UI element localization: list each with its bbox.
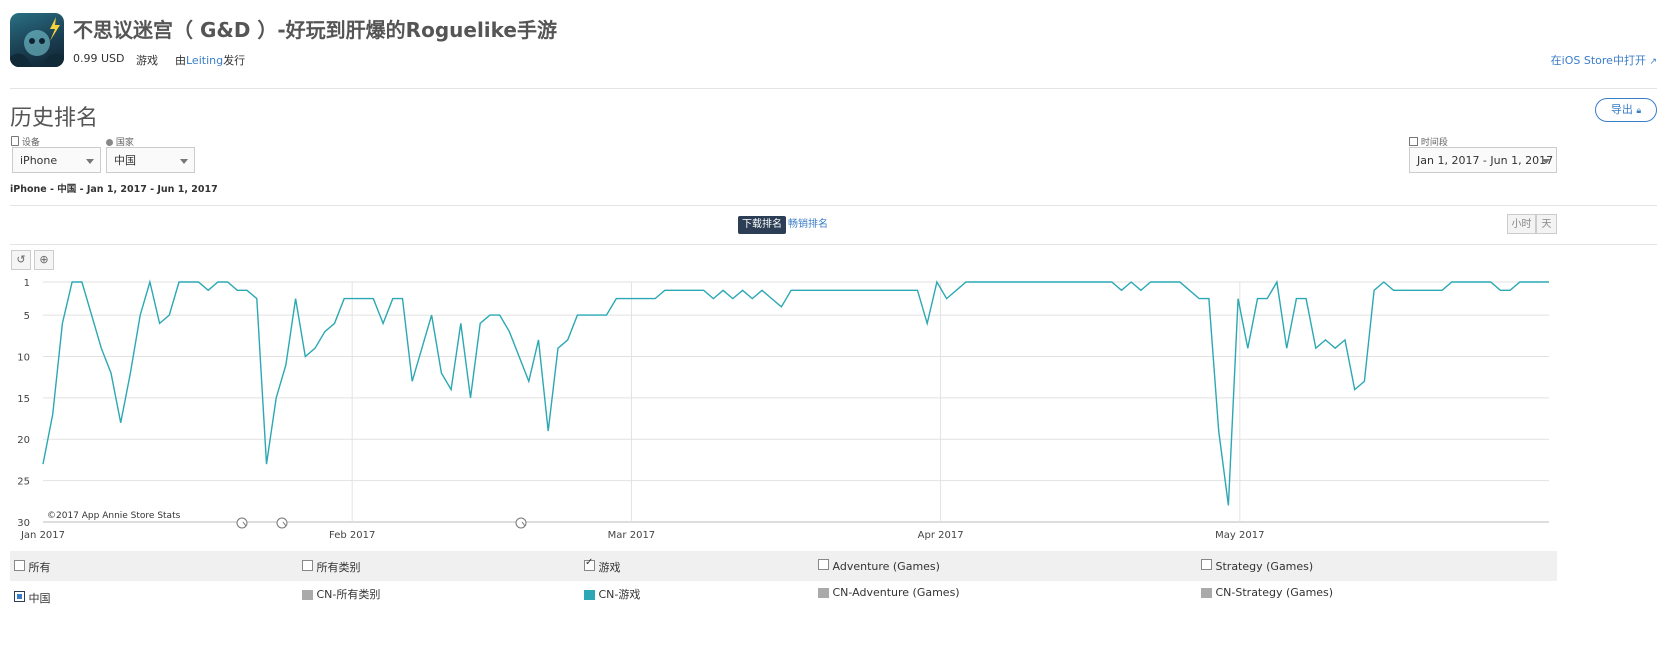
period-select[interactable]: Jan 1, 2017 - Jun 1, 2017 [1409, 147, 1557, 173]
chevron-down-icon [180, 159, 188, 164]
app-category[interactable]: 游戏 [136, 52, 158, 68]
filter-divider [10, 205, 1657, 206]
checkbox-fill [17, 594, 22, 599]
x-tick-label: May 2017 [1215, 530, 1264, 541]
ios-link-label: 在iOS Store中打开 [1550, 54, 1646, 67]
granularity-day-button[interactable]: 天 [1536, 214, 1557, 234]
y-gridlines [43, 281, 1549, 523]
annotation-marker [276, 517, 288, 529]
swatch-cn-games [584, 590, 595, 600]
x-tick-labels: Jan 2017 Feb 2017 Mar 2017 Apr 2017 May 2017 [20, 530, 1265, 541]
checkbox-all-categories[interactable] [302, 560, 313, 571]
legend-all[interactable]: 所有 [14, 559, 51, 575]
y-tick-label: 1 [24, 278, 30, 289]
legend-adventure-label: Adventure (Games) [832, 560, 940, 573]
y-tick-label: 25 [17, 477, 30, 488]
legend-all-categories-label: 所有类别 [316, 561, 361, 574]
export-button[interactable]: 导出 🔒︎ [1595, 98, 1657, 122]
zoom-in-icon: ⊕ [39, 253, 49, 266]
x-tick-label: Apr 2017 [918, 530, 964, 541]
checkbox-strategy[interactable] [1201, 559, 1212, 570]
annotation-markers [236, 517, 527, 529]
x-tick-label: Jan 2017 [20, 530, 65, 541]
tab-downloads-rank[interactable]: 下载排名 [738, 216, 786, 234]
legend-series-strategy-label: CN-Strategy (Games) [1215, 586, 1334, 599]
swatch-cn-all [302, 590, 313, 600]
legend-country-label: 中国 [28, 592, 51, 605]
globe-icon [106, 139, 113, 146]
chevron-down-icon [1542, 159, 1550, 164]
chart-watermark: ©2017 App Annie Store Stats [47, 511, 181, 521]
country-select[interactable]: 中国 [106, 147, 195, 173]
check-icon: ✓ [585, 557, 594, 568]
publisher-suffix: 发行 [223, 54, 246, 67]
y-tick-label: 15 [17, 394, 30, 405]
swatch-cn-adventure [818, 588, 829, 598]
app-title: 不思议迷宫（ G&D ）-好玩到肝爆的Roguelike手游 [73, 18, 557, 42]
app-icon[interactable] [10, 13, 64, 67]
y-tick-label: 20 [17, 435, 30, 446]
legend-series-games-label: CN-游戏 [598, 588, 641, 601]
swatch-cn-strategy [1201, 588, 1212, 598]
open-in-ios-store-link[interactable]: 在iOS Store中打开 ↗ [1551, 52, 1657, 68]
device-value: iPhone [20, 154, 58, 167]
legend-series-games[interactable]: CN-游戏 [584, 586, 640, 602]
granularity-hour-button[interactable]: 小时 [1507, 214, 1536, 234]
device-icon [11, 136, 19, 146]
legend-series-adventure-label: CN-Adventure (Games) [832, 586, 960, 599]
publisher-link[interactable]: Leiting [186, 54, 223, 67]
y-tick-label: 10 [17, 352, 30, 363]
legend-all-categories[interactable]: 所有类别 [302, 559, 361, 575]
chevron-down-icon [86, 159, 94, 164]
country-value: 中国 [114, 154, 136, 167]
reset-zoom-button[interactable]: ↺ [11, 250, 31, 270]
x-tick-label: Feb 2017 [329, 530, 375, 541]
device-select[interactable]: iPhone [12, 147, 101, 173]
series-legend-row: 中国 CN-所有类别 CN-游戏 CN-Adventure (Games) CN… [10, 582, 1557, 612]
calendar-icon [1409, 137, 1418, 146]
x-tick-label: Mar 2017 [608, 530, 656, 541]
filter-summary: iPhone - 中国 - Jan 1, 2017 - Jun 1, 2017 [10, 184, 218, 195]
x-gridlines [351, 282, 1241, 522]
export-label: 导出 [1610, 103, 1633, 116]
legend-country[interactable]: 中国 [14, 590, 51, 606]
legend-games[interactable]: ✓ 游戏 [584, 557, 621, 575]
zoom-button[interactable]: ⊕ [34, 250, 54, 270]
publisher-prefix: 由 [175, 54, 186, 67]
legend-strategy-label: Strategy (Games) [1215, 560, 1314, 573]
period-value: Jan 1, 2017 - Jun 1, 2017 [1417, 154, 1554, 167]
category-legend-row: 所有 所有类别 ✓ 游戏 Adventure (Games) Strategy … [10, 551, 1557, 581]
external-link-icon: ↗ [1649, 57, 1657, 67]
tabs-divider [10, 244, 1657, 245]
legend-strategy[interactable]: Strategy (Games) [1201, 559, 1313, 573]
legend-adventure[interactable]: Adventure (Games) [818, 559, 940, 573]
checkbox-adventure[interactable] [818, 559, 829, 570]
legend-series-strategy[interactable]: CN-Strategy (Games) [1201, 586, 1333, 599]
checkbox-country[interactable] [14, 591, 25, 602]
undo-icon: ↺ [16, 253, 26, 266]
app-price: 0.99 USD [73, 52, 125, 65]
app-publisher: 由Leiting发行 [175, 52, 245, 68]
y-tick-label: 5 [24, 311, 30, 322]
legend-series-adventure[interactable]: CN-Adventure (Games) [818, 586, 960, 599]
section-title: 历史排名 [10, 106, 99, 131]
legend-series-all-categories[interactable]: CN-所有类别 [302, 586, 380, 602]
legend-series-all-categories-label: CN-所有类别 [316, 588, 381, 601]
header-divider [10, 88, 1657, 89]
tab-grossing-rank[interactable]: 畅销排名 [788, 216, 828, 234]
rank-chart: 151015202530 Jan 2017 Feb 2017 Mar 2017 Apr… [17, 278, 1549, 541]
checkbox-all[interactable] [14, 560, 25, 571]
annotation-marker [515, 517, 527, 529]
y-tick-labels: 151015202530 [17, 278, 30, 529]
annotation-marker [236, 517, 248, 529]
legend-all-label: 所有 [28, 561, 51, 574]
y-tick-label: 30 [17, 518, 30, 529]
app-icon-art [10, 17, 64, 67]
lock-icon: 🔒︎ [1636, 106, 1642, 116]
checkbox-games[interactable]: ✓ [584, 557, 595, 571]
legend-games-label: 游戏 [598, 561, 621, 574]
